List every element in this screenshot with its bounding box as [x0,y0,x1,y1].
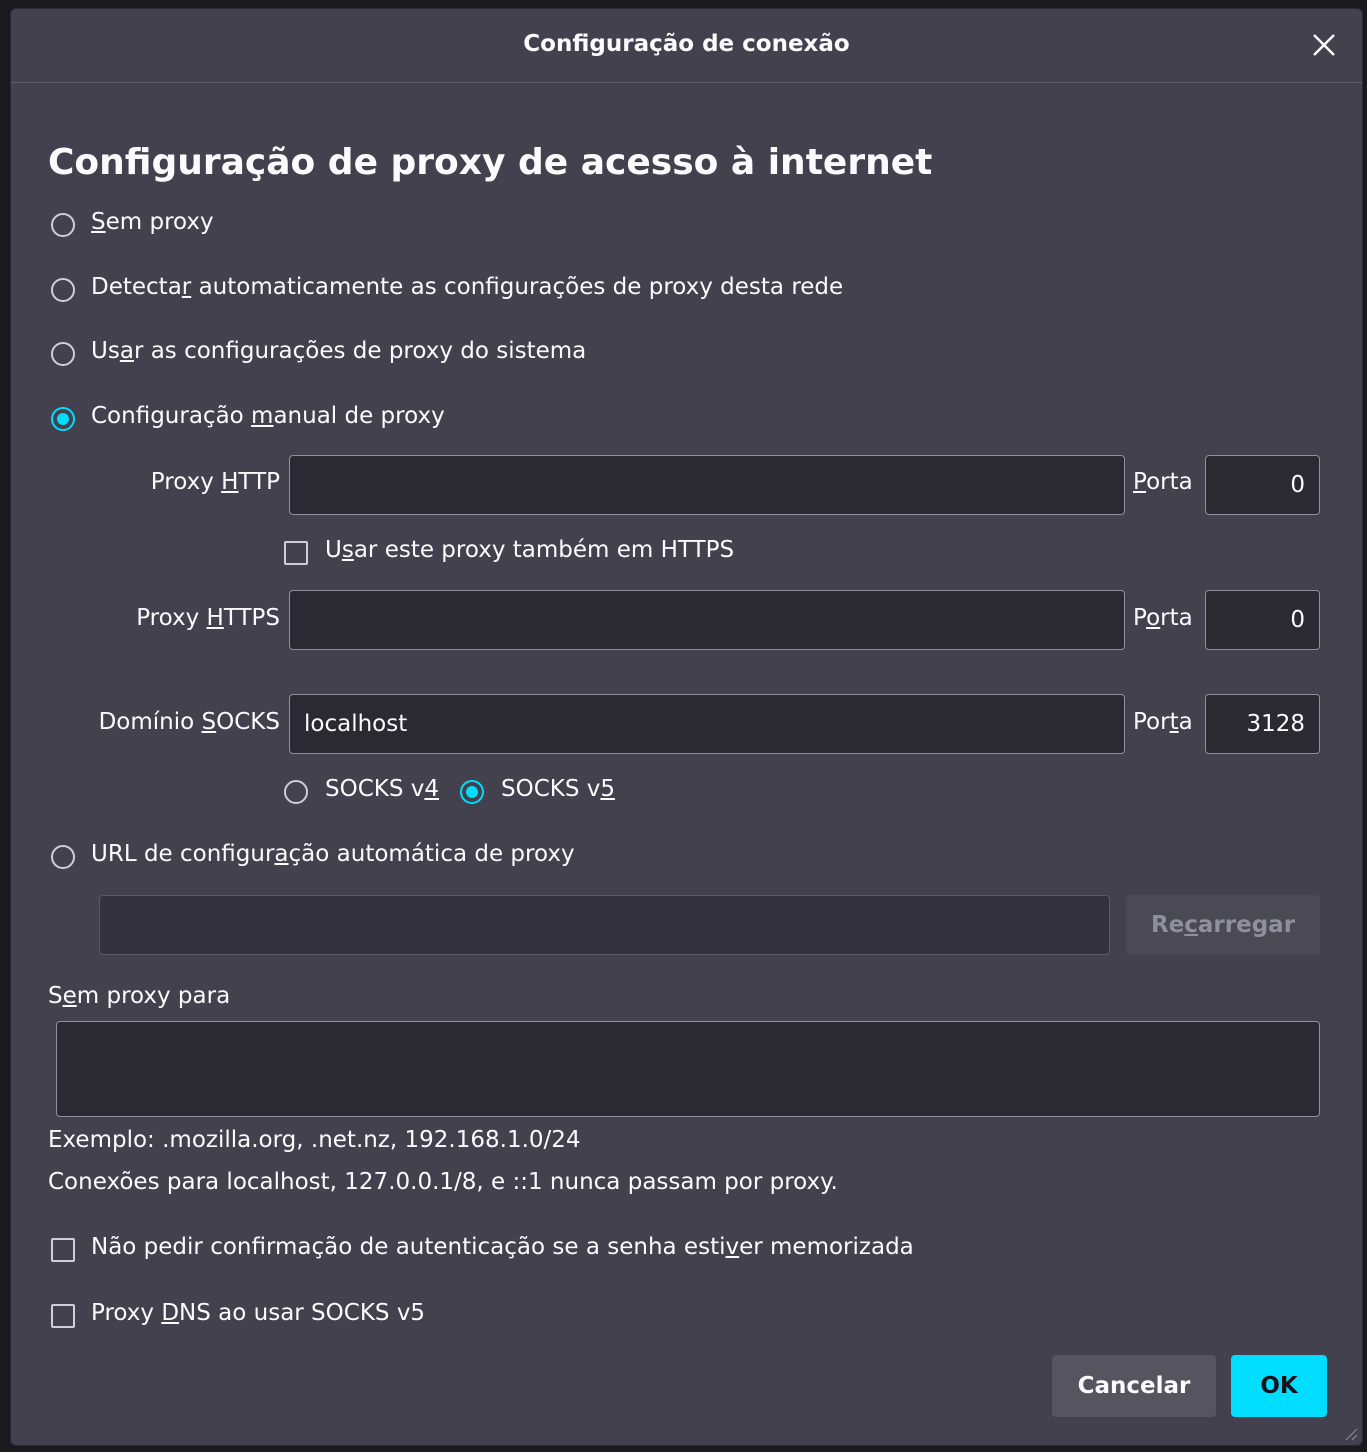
http-port-input[interactable]: 0 [1205,455,1320,515]
no-proxy-for-label: Sem proxy para [48,983,231,1009]
connection-settings-dialog: Configuração de conexão Configuração de … [10,8,1363,1446]
close-icon [1313,34,1335,56]
no-proxy-note: Conexões para localhost, 127.0.0.1/8, e … [48,1169,838,1195]
http-port-label: Porta [1133,469,1193,495]
system-proxy-radio[interactable] [51,342,75,366]
no-proxy-for-textarea[interactable] [56,1021,1320,1117]
proxy-dns-label[interactable]: Proxy DNS ao usar SOCKS v5 [91,1300,425,1326]
no-proxy-label[interactable]: Sem proxy [91,209,214,235]
auto-config-url-input[interactable] [99,895,1110,955]
https-port-label: Porta [1133,605,1193,631]
ok-button[interactable]: OK [1231,1355,1327,1417]
system-proxy-label[interactable]: Usar as configurações de proxy do sistem… [91,338,586,364]
http-proxy-input[interactable] [289,455,1125,515]
https-port-input[interactable]: 0 [1205,590,1320,650]
manual-proxy-radio[interactable] [51,407,75,431]
cancel-button[interactable]: Cancelar [1052,1355,1216,1417]
auto-detect-radio[interactable] [51,278,75,302]
auth-prompt-label[interactable]: Não pedir confirmação de autenticação se… [91,1234,914,1260]
resize-grip-icon[interactable] [1342,1425,1358,1441]
https-proxy-input[interactable] [289,590,1125,650]
auth-prompt-checkbox[interactable] [51,1238,75,1262]
socks-host-input[interactable]: localhost [289,694,1125,754]
titlebar: Configuração de conexão [11,9,1362,83]
socks-host-label: Domínio SOCKS [98,709,280,735]
socks-port-label: Porta [1133,709,1193,735]
socks-v4-radio[interactable] [284,780,308,804]
socks-v4-label[interactable]: SOCKS v4 [325,776,439,802]
proxy-dns-checkbox[interactable] [51,1304,75,1328]
https-proxy-label: Proxy HTTPS [136,605,280,631]
socks-v5-label[interactable]: SOCKS v5 [501,776,615,802]
auto-config-url-label[interactable]: URL de configuração automática de proxy [91,841,575,867]
use-for-https-checkbox[interactable] [284,541,308,565]
http-proxy-label: Proxy HTTP [150,469,280,495]
window-title: Configuração de conexão [523,31,850,57]
reload-button[interactable]: Recarregar [1126,895,1320,955]
manual-proxy-label[interactable]: Configuração manual de proxy [91,403,445,429]
no-proxy-example: Exemplo: .mozilla.org, .net.nz, 192.168.… [48,1127,581,1153]
no-proxy-radio[interactable] [51,213,75,237]
auto-detect-label[interactable]: Detectar automaticamente as configuraçõe… [91,274,843,300]
socks-v5-radio[interactable] [460,780,484,804]
close-button[interactable] [1306,27,1342,63]
socks-port-input[interactable]: 3128 [1205,694,1320,754]
auto-config-url-radio[interactable] [51,845,75,869]
page-heading: Configuração de proxy de acesso à intern… [48,142,933,183]
use-for-https-label[interactable]: Usar este proxy também em HTTPS [325,537,734,563]
